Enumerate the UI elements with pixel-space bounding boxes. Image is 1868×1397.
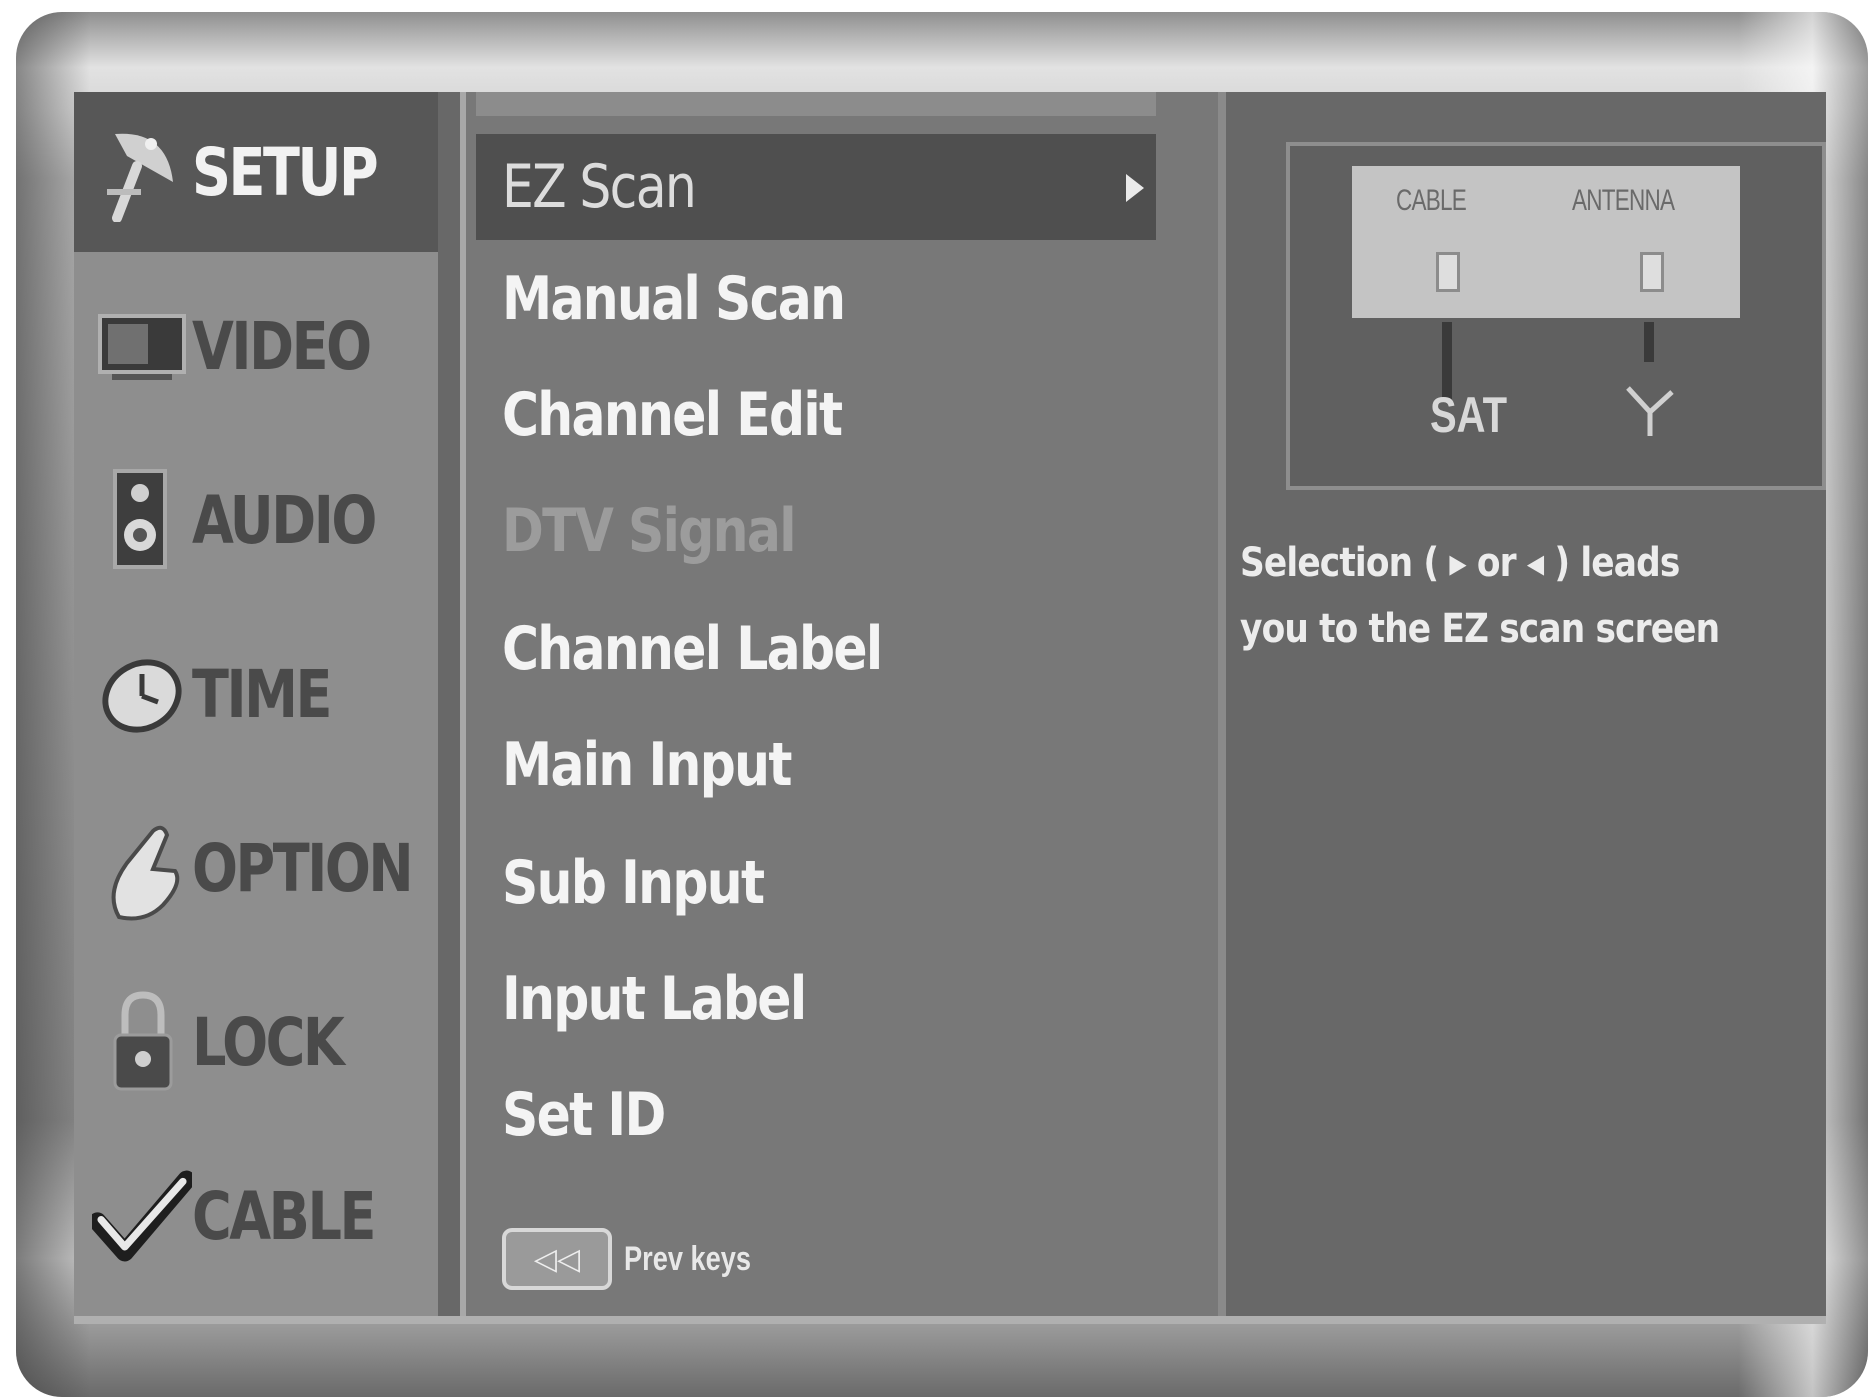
antenna-icon — [1620, 382, 1680, 447]
menu-item-label: Channel Label — [502, 614, 883, 684]
menu-top-strip — [476, 92, 1156, 116]
checkmark-icon — [92, 1166, 192, 1266]
help-description: Selection ( ▸ or ◂ ) leads you to the EZ… — [1240, 540, 1720, 652]
menu-item-label: Input Label — [502, 964, 807, 1034]
category-label: OPTION — [192, 829, 414, 907]
menu-item-dtv-signal: DTV Signal — [476, 478, 1156, 584]
menu-item-label: EZ Scan — [502, 152, 697, 222]
menu-item-input-label[interactable]: Input Label — [476, 946, 1156, 1052]
menu-item-sub-input[interactable]: Sub Input — [476, 830, 1156, 936]
sat-source-label: SAT — [1430, 387, 1508, 443]
category-cable[interactable]: CABLE — [74, 1136, 438, 1296]
setup-menu: EZ Scan Manual Scan Channel Edit DTV Sig… — [460, 92, 1226, 1324]
category-column: SETUP VIDEO AUDIO TIME OPTION LOCK CABLE — [74, 92, 438, 1324]
category-label: SETUP — [192, 133, 379, 211]
menu-item-main-input[interactable]: Main Input — [476, 712, 1156, 818]
submenu-arrow-icon — [1126, 174, 1144, 202]
cable-jack-icon — [1436, 252, 1460, 292]
category-video[interactable]: VIDEO — [74, 266, 438, 426]
menu-item-ez-scan[interactable]: EZ Scan — [476, 134, 1156, 240]
satellite-dish-icon — [92, 122, 192, 222]
antenna-jack-icon — [1640, 252, 1664, 292]
category-option[interactable]: OPTION — [74, 788, 438, 948]
menu-item-label: Channel Edit — [502, 380, 843, 450]
antenna-line — [1644, 322, 1654, 362]
menu-item-label: DTV Signal — [502, 496, 796, 566]
prev-keys-label: Prev keys — [624, 1239, 752, 1278]
menu-item-label: Set ID — [502, 1080, 666, 1150]
column-divider — [1218, 92, 1226, 1324]
tv-back-panel: CABLE ANTENNA — [1352, 166, 1740, 318]
category-lock[interactable]: LOCK — [74, 962, 438, 1122]
category-setup[interactable]: SETUP — [74, 92, 438, 252]
hand-pointer-icon — [92, 818, 192, 921]
category-time[interactable]: TIME — [74, 614, 438, 774]
category-label: LOCK — [192, 1003, 345, 1081]
tv-icon — [92, 296, 192, 396]
menu-item-label: Sub Input — [502, 848, 765, 918]
menu-item-channel-label[interactable]: Channel Label — [476, 596, 1156, 702]
prev-key-button-icon: ◁◁ — [502, 1228, 612, 1290]
category-label: VIDEO — [192, 307, 372, 385]
menu-item-label: Manual Scan — [502, 264, 846, 334]
connection-diagram: CABLE ANTENNA SAT — [1286, 142, 1826, 490]
menu-item-set-id[interactable]: Set ID — [476, 1062, 1156, 1168]
category-label: CABLE — [192, 1177, 376, 1255]
padlock-icon — [92, 991, 192, 1092]
menu-item-channel-edit[interactable]: Channel Edit — [476, 362, 1156, 468]
speaker-icon — [92, 469, 192, 570]
screen-bottom-line — [74, 1316, 1826, 1324]
category-label: AUDIO — [192, 481, 377, 559]
clock-icon — [92, 644, 192, 744]
antenna-port-label: ANTENNA — [1572, 184, 1675, 217]
menu-item-manual-scan[interactable]: Manual Scan — [476, 246, 1156, 352]
category-label: TIME — [192, 655, 333, 733]
menu-item-label: Main Input — [502, 730, 792, 800]
prev-keys-hint: ◁◁ Prev keys — [502, 1228, 783, 1290]
cable-port-label: CABLE — [1396, 184, 1467, 217]
category-audio[interactable]: AUDIO — [74, 440, 438, 600]
osd-screen: SETUP VIDEO AUDIO TIME OPTION LOCK CABLE… — [74, 92, 1826, 1324]
help-panel: CABLE ANTENNA SAT Selection ( ▸ or ◂ ) l… — [1226, 92, 1826, 1324]
